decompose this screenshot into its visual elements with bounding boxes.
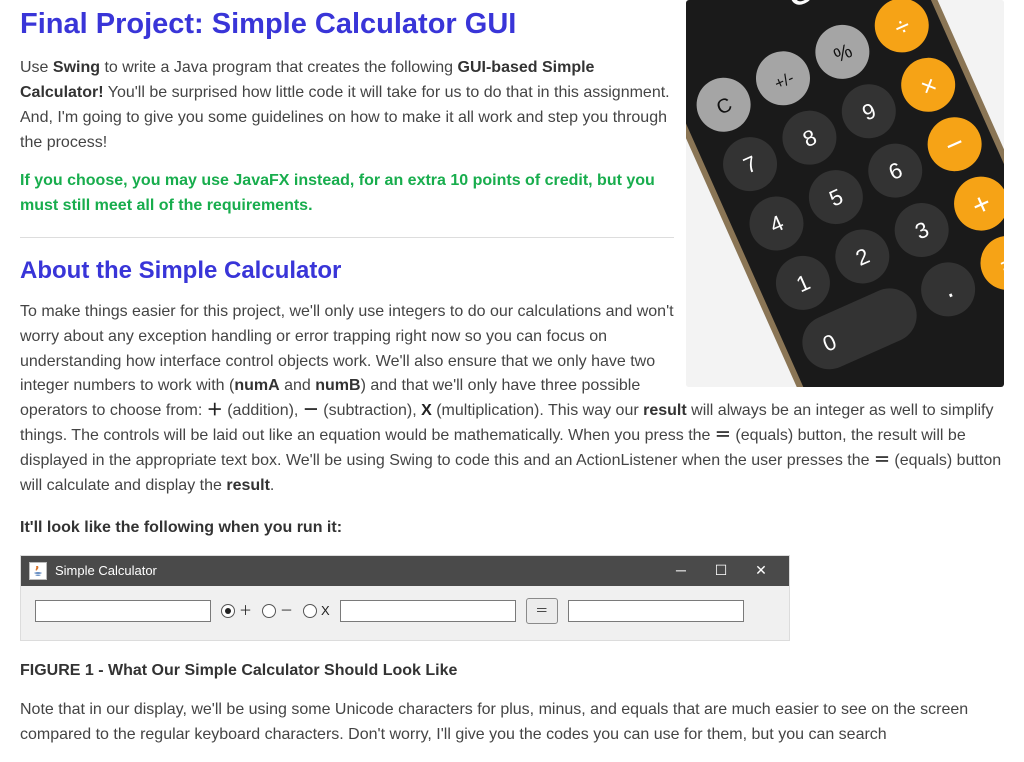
plus-glyph: ＋ (207, 402, 223, 419)
radio-multiply[interactable]: X (303, 601, 330, 621)
radio-dot-icon (221, 604, 235, 618)
swing-text: Swing (53, 59, 100, 76)
hero-calculator-photo: 8334 C +/- % ÷ 7 8 9 × 4 5 6 − 1 2 3 (686, 0, 1004, 387)
radio-dot-icon (303, 604, 317, 618)
unicode-note: Note that in our display, we'll be using… (20, 698, 1004, 748)
x-glyph: X (421, 402, 432, 419)
numB-input[interactable] (340, 600, 516, 622)
equals-glyph: ＝ (715, 427, 731, 444)
calculator-app-screenshot: Simple Calculator ─ ☐ ✕ ＋ － X ＝ (20, 555, 790, 641)
app-title: Simple Calculator (55, 561, 157, 581)
radio-plus-label: ＋ (239, 601, 252, 621)
radio-x-label: X (321, 601, 330, 621)
radio-minus[interactable]: － (262, 601, 293, 621)
java-icon (29, 562, 47, 580)
minus-glyph: － (303, 402, 319, 419)
radio-minus-label: － (280, 601, 293, 621)
close-icon[interactable]: ✕ (741, 556, 781, 586)
radio-plus[interactable]: ＋ (221, 601, 252, 621)
minimize-icon[interactable]: ─ (661, 556, 701, 586)
app-titlebar: Simple Calculator ─ ☐ ✕ (21, 556, 789, 586)
equals-glyph-2: ＝ (874, 452, 890, 469)
equals-button[interactable]: ＝ (526, 598, 558, 624)
numA-input[interactable] (35, 600, 211, 622)
maximize-icon[interactable]: ☐ (701, 556, 741, 586)
result-output[interactable] (568, 600, 744, 622)
figure1-caption: FIGURE 1 - What Our Simple Calculator Sh… (20, 659, 1004, 684)
section-divider (20, 237, 674, 238)
radio-dot-icon (262, 604, 276, 618)
run-preview-label: It'll look like the following when you r… (20, 516, 1004, 541)
